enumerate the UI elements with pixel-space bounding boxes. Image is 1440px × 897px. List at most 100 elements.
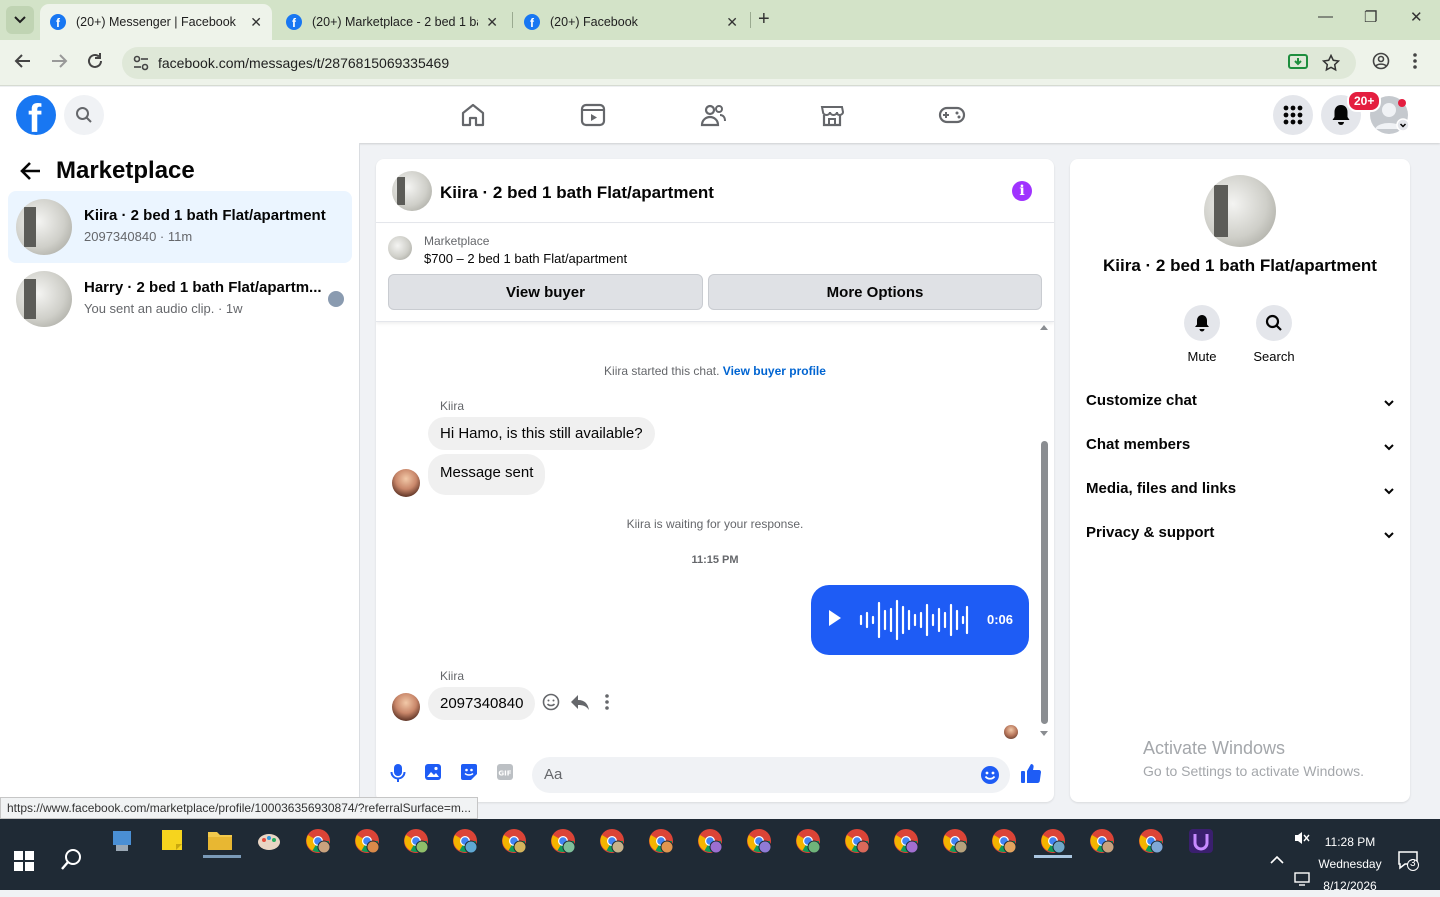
file-explorer-icon[interactable] xyxy=(207,828,237,858)
chrome-profile-icon[interactable] xyxy=(550,828,580,858)
chrome-profile-icon[interactable] xyxy=(844,828,874,858)
chrome-profile-icon[interactable] xyxy=(991,828,1021,858)
chrome-profile-icon[interactable] xyxy=(452,828,482,858)
scroll-up-arrow[interactable] xyxy=(1040,325,1048,330)
computer-app-icon[interactable] xyxy=(110,828,140,858)
play-icon[interactable] xyxy=(829,610,841,626)
conversation-item[interactable]: Kiira · 2 bed 1 bath Flat/apartment 2097… xyxy=(8,191,352,263)
conversation-title: Kiira · 2 bed 1 bath Flat/apartment xyxy=(84,207,326,224)
volume-muted-icon[interactable] xyxy=(1294,830,1310,849)
waiting-notice: Kiira is waiting for your response. xyxy=(626,517,804,531)
site-info-icon[interactable] xyxy=(132,54,150,72)
section-privacy-support[interactable]: Privacy & support xyxy=(1086,524,1394,560)
conversation-item[interactable]: Harry · 2 bed 1 bath Flat/apartm... You … xyxy=(8,263,352,335)
message-bubble[interactable]: Hi Hamo, is this still available? xyxy=(428,417,655,450)
sticky-notes-icon[interactable] xyxy=(160,828,190,858)
message-input[interactable]: Aa xyxy=(532,757,1010,793)
notification-center-icon[interactable]: 3 xyxy=(1398,851,1420,874)
chat-header: Kiira · 2 bed 1 bath Flat/apartment i xyxy=(376,159,1054,223)
tab-close-icon[interactable]: ✕ xyxy=(486,14,498,31)
section-customize-chat[interactable]: Customize chat xyxy=(1086,392,1394,428)
tab-close-icon[interactable]: ✕ xyxy=(726,14,738,31)
close-window-button[interactable]: ✕ xyxy=(1410,8,1423,26)
url-text[interactable]: facebook.com/messages/t/2876815069335469 xyxy=(158,55,449,71)
show-hidden-icons-chevron-icon[interactable] xyxy=(1270,852,1284,868)
taskbar-search-icon[interactable] xyxy=(60,847,84,876)
scrollbar-thumb[interactable] xyxy=(1041,441,1048,724)
bookmark-star-icon[interactable] xyxy=(1321,53,1341,77)
chrome-profile-icon[interactable] xyxy=(648,828,678,858)
photo-icon[interactable] xyxy=(424,763,442,786)
chrome-profile-icon[interactable] xyxy=(354,828,384,858)
new-tab-button[interactable]: + xyxy=(758,8,770,31)
vpn-app-icon[interactable] xyxy=(1188,828,1218,858)
profile-icon[interactable] xyxy=(1372,52,1390,75)
sender-avatar[interactable] xyxy=(392,469,420,497)
more-options-button[interactable]: More Options xyxy=(708,274,1042,310)
svg-text:GIF: GIF xyxy=(498,770,511,778)
emoji-icon[interactable] xyxy=(980,765,1000,790)
chrome-profile-icon[interactable] xyxy=(942,828,972,858)
search-icon[interactable] xyxy=(64,95,104,135)
chrome-profile-icon[interactable] xyxy=(1138,828,1168,858)
scroll-down-arrow[interactable] xyxy=(1040,731,1048,736)
message-bubble[interactable]: 2097340840 xyxy=(428,687,536,720)
chrome-profile-icon[interactable] xyxy=(1089,828,1119,858)
chrome-profile-icon[interactable] xyxy=(697,828,727,858)
video-icon[interactable] xyxy=(579,101,607,129)
chat-title[interactable]: Kiira · 2 bed 1 bath Flat/apartment xyxy=(440,183,714,203)
maximize-button[interactable]: ❐ xyxy=(1364,8,1377,26)
tab-search-button[interactable] xyxy=(6,6,34,34)
reload-button[interactable] xyxy=(86,52,104,75)
tab-marketplace[interactable]: f (20+) Marketplace - 2 bed 1 bath ✕ xyxy=(276,4,508,40)
search-button[interactable]: Search xyxy=(1244,305,1304,364)
sender-avatar[interactable] xyxy=(392,693,420,721)
chrome-profile-icon[interactable] xyxy=(501,828,531,858)
menu-grid-icon[interactable] xyxy=(1273,95,1313,135)
reply-icon[interactable] xyxy=(570,693,590,716)
tab-messenger[interactable]: f (20+) Messenger | Facebook ✕ xyxy=(40,4,272,40)
minimize-button[interactable]: — xyxy=(1318,8,1333,25)
gaming-icon[interactable] xyxy=(938,101,966,129)
address-bar[interactable]: facebook.com/messages/t/2876815069335469 xyxy=(122,47,1356,79)
audio-message[interactable]: 0:06 xyxy=(811,585,1029,655)
taskbar-clock[interactable]: 11:28 PM Wednesday 8/12/2026 xyxy=(1310,831,1390,897)
microphone-icon[interactable] xyxy=(390,763,406,788)
network-icon[interactable] xyxy=(1294,872,1310,889)
chrome-profile-icon-active[interactable] xyxy=(1040,828,1070,858)
browser-menu-icon[interactable] xyxy=(1412,52,1418,75)
section-chat-members[interactable]: Chat members xyxy=(1086,436,1394,472)
chrome-profile-icon[interactable] xyxy=(795,828,825,858)
section-media-files-links[interactable]: Media, files and links xyxy=(1086,480,1394,516)
react-emoji-icon[interactable] xyxy=(542,693,560,716)
more-actions-icon[interactable] xyxy=(604,693,610,716)
facebook-logo-icon[interactable]: f xyxy=(16,95,56,135)
sticker-icon[interactable] xyxy=(460,763,478,786)
friends-icon[interactable] xyxy=(699,101,727,129)
tab-facebook[interactable]: f (20+) Facebook ✕ xyxy=(514,4,748,40)
chrome-profile-icon[interactable] xyxy=(599,828,629,858)
windows-start-icon[interactable] xyxy=(14,851,34,876)
tab-close-icon[interactable]: ✕ xyxy=(250,14,262,31)
message-bubble[interactable]: Message sent xyxy=(428,454,546,495)
chrome-profile-icon[interactable] xyxy=(403,828,433,858)
chrome-profile-icon[interactable] xyxy=(893,828,923,858)
chat-info-avatar[interactable] xyxy=(1204,175,1276,247)
home-icon[interactable] xyxy=(459,101,487,129)
listing-price[interactable]: $700 – 2 bed 1 bath Flat/apartment xyxy=(424,251,627,266)
thumbs-up-icon[interactable] xyxy=(1020,762,1042,789)
install-app-icon[interactable] xyxy=(1288,54,1308,77)
forward-button[interactable] xyxy=(50,52,68,75)
paint-app-icon[interactable] xyxy=(256,828,286,858)
view-buyer-profile-link[interactable]: View buyer profile xyxy=(723,364,826,378)
marketplace-icon[interactable] xyxy=(818,101,846,129)
chrome-profile-icon[interactable] xyxy=(746,828,776,858)
chrome-profile-icon[interactable] xyxy=(305,828,335,858)
view-buyer-button[interactable]: View buyer xyxy=(388,274,703,310)
gif-icon[interactable]: GIF xyxy=(496,763,514,786)
chat-avatar[interactable] xyxy=(392,171,432,211)
back-arrow-icon[interactable] xyxy=(20,161,42,186)
back-button[interactable] xyxy=(14,52,32,75)
mute-button[interactable]: Mute xyxy=(1172,305,1232,364)
info-icon[interactable]: i xyxy=(1012,181,1032,201)
